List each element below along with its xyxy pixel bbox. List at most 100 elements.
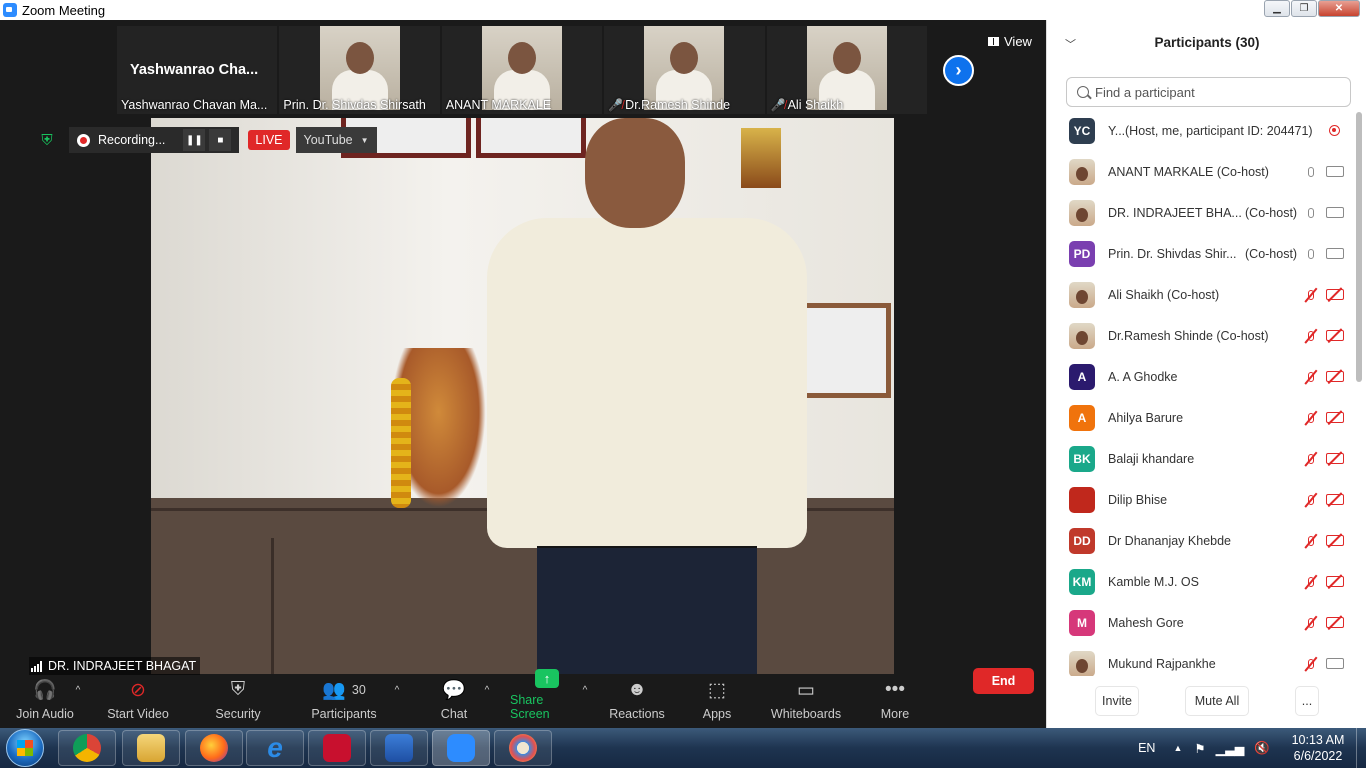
mic-muted-icon[interactable]	[1305, 369, 1317, 385]
camera-off-icon[interactable]	[1326, 371, 1344, 382]
taskbar-explorer[interactable]	[122, 730, 180, 766]
camera-off-icon[interactable]	[1326, 289, 1344, 300]
taskbar-firefox[interactable]	[185, 730, 243, 766]
camera-off-icon[interactable]	[1326, 617, 1344, 628]
participant-row[interactable]: BK Balaji khandare	[1047, 438, 1357, 479]
mic-icon[interactable]	[1305, 246, 1317, 262]
video-thumbnail[interactable]: ANANT MARKALE	[441, 26, 603, 114]
taskbar-paint[interactable]	[494, 730, 552, 766]
participant-row[interactable]: YC Y... (Host, me, participant ID: 204471)	[1047, 110, 1357, 151]
view-button[interactable]: View	[988, 34, 1032, 49]
mic-muted-icon[interactable]	[1305, 574, 1317, 590]
network-icon[interactable]: ▁▃▅	[1216, 741, 1245, 756]
collapse-panel-chevron-icon[interactable]: ﹀	[1065, 36, 1076, 52]
camera-off-icon[interactable]	[1326, 494, 1344, 505]
mic-muted-icon[interactable]	[1305, 410, 1317, 426]
mic-muted-icon[interactable]	[1305, 451, 1317, 467]
chat-chevron-icon[interactable]: ^	[485, 685, 490, 696]
video-thumbnail[interactable]: Yashwanrao Cha... Yashwanrao Chavan Ma...	[117, 26, 278, 114]
camera-off-icon[interactable]	[1326, 330, 1344, 341]
language-indicator[interactable]: EN	[1138, 741, 1155, 755]
avatar-initials: DD	[1073, 533, 1091, 548]
participant-row[interactable]: DR. INDRAJEET BHA... (Co-host)	[1047, 192, 1357, 233]
more-button[interactable]: ••• More	[876, 676, 914, 728]
taskbar-acrobat[interactable]	[308, 730, 366, 766]
share-screen-button[interactable]: ↑ Share Screen	[510, 669, 584, 728]
taskbar-chrome[interactable]	[58, 730, 116, 766]
participant-list-scrollbar[interactable]	[1356, 112, 1362, 382]
start-video-button[interactable]: ⊘ Start Video	[104, 676, 172, 728]
participant-row[interactable]: PD Prin. Dr. Shivdas Shir... (Co-host)	[1047, 233, 1357, 274]
mic-muted-icon[interactable]	[1305, 533, 1317, 549]
mic-muted-icon[interactable]	[1305, 492, 1317, 508]
minimize-button[interactable]: ▁	[1264, 0, 1290, 17]
video-thumbnail[interactable]: 🎤̸ Dr.Ramesh Shinde	[604, 26, 765, 114]
end-meeting-button[interactable]: End	[973, 668, 1034, 694]
audio-options-chevron-icon[interactable]: ^	[76, 685, 81, 696]
show-desktop-button[interactable]	[1356, 728, 1366, 768]
taskbar-word[interactable]	[370, 730, 428, 766]
participant-row[interactable]: Dilip Bhise	[1047, 479, 1357, 520]
participant-role: (Host, me, participant ID: 204471)	[1125, 123, 1313, 138]
participants-chevron-icon[interactable]: ^	[395, 685, 400, 696]
livestream-dropdown[interactable]: YouTube ▼	[295, 127, 377, 153]
mic-muted-icon[interactable]	[1305, 287, 1317, 303]
security-button[interactable]: ⛨ Security	[210, 676, 266, 728]
taskbar-ie[interactable]: e	[246, 730, 304, 766]
next-page-arrow-icon[interactable]: ›	[943, 55, 974, 86]
invite-button[interactable]: Invite	[1095, 686, 1139, 716]
camera-icon[interactable]	[1326, 207, 1344, 218]
taskbar-zoom[interactable]	[432, 730, 490, 766]
participant-row[interactable]: DD Dr Dhananjay Khebde	[1047, 520, 1357, 561]
chat-button[interactable]: 💬 Chat	[432, 676, 476, 728]
participants-button[interactable]: 👥 30 Participants	[308, 676, 380, 728]
avatar: PD	[1069, 240, 1095, 267]
thumbnail-name-tag: ANANT MARKALE	[446, 98, 551, 112]
stop-recording-button[interactable]: ■	[209, 129, 232, 151]
participant-row[interactable]: Mukund Rajpankhe	[1047, 643, 1357, 676]
show-hidden-icons-icon[interactable]: ▲	[1173, 743, 1182, 753]
camera-icon[interactable]	[1326, 658, 1344, 669]
camera-icon[interactable]	[1326, 248, 1344, 259]
join-audio-button[interactable]: 🎧 Join Audio	[12, 676, 78, 728]
maximize-button[interactable]: ❐	[1291, 0, 1317, 17]
participant-row[interactable]: KM Kamble M.J. OS	[1047, 561, 1357, 602]
recording-indicator-icon	[1329, 125, 1340, 136]
participant-row[interactable]: A A. A Ghodke	[1047, 356, 1357, 397]
camera-off-icon[interactable]	[1326, 535, 1344, 546]
volume-muted-icon[interactable]: 🔇	[1254, 741, 1270, 756]
reactions-label: Reactions	[609, 707, 665, 721]
camera-icon[interactable]	[1326, 166, 1344, 177]
participant-row[interactable]: M Mahesh Gore	[1047, 602, 1357, 643]
camera-off-icon[interactable]	[1326, 576, 1344, 587]
mic-muted-icon[interactable]	[1305, 656, 1317, 672]
participant-row[interactable]: Ali Shaikh (Co-host)	[1047, 274, 1357, 315]
mic-muted-icon[interactable]	[1305, 615, 1317, 631]
encryption-shield-icon[interactable]: ⛨	[37, 130, 57, 150]
close-button[interactable]: ✕	[1318, 0, 1360, 17]
participant-search-input[interactable]	[1095, 84, 1335, 100]
participant-row[interactable]: ANANT MARKALE (Co-host)	[1047, 151, 1357, 192]
start-button[interactable]	[6, 729, 44, 767]
participant-row[interactable]: A Ahilya Barure	[1047, 397, 1357, 438]
panel-more-button[interactable]: ...	[1295, 686, 1319, 716]
reactions-button[interactable]: ☻ Reactions	[608, 676, 666, 728]
thumbnail-name: Yashwanrao Chavan Ma...	[121, 98, 268, 112]
clock[interactable]: 10:13 AM 6/6/2022	[1280, 732, 1356, 764]
video-thumbnail[interactable]: 🎤̸ Ali Shaikh	[766, 26, 928, 114]
mute-all-button[interactable]: Mute All	[1185, 686, 1249, 716]
avatar: KM	[1069, 568, 1095, 595]
action-center-flag-icon[interactable]: ⚑	[1194, 741, 1205, 756]
participant-row[interactable]: Dr.Ramesh Shinde (Co-host)	[1047, 315, 1357, 356]
mic-icon[interactable]	[1305, 164, 1317, 180]
video-thumbnail[interactable]: Prin. Dr. Shivdas Shirsath	[279, 26, 440, 114]
pause-recording-button[interactable]: ❚❚	[183, 129, 206, 151]
mic-icon[interactable]	[1305, 205, 1317, 221]
apps-button[interactable]: ⬚ Apps	[698, 676, 736, 728]
share-screen-icon: ↑	[535, 669, 559, 688]
whiteboards-button[interactable]: ▭ Whiteboards	[768, 676, 844, 728]
camera-off-icon[interactable]	[1326, 453, 1344, 464]
camera-off-icon[interactable]	[1326, 412, 1344, 423]
share-chevron-icon[interactable]: ^	[583, 685, 588, 696]
mic-muted-icon[interactable]	[1305, 328, 1317, 344]
